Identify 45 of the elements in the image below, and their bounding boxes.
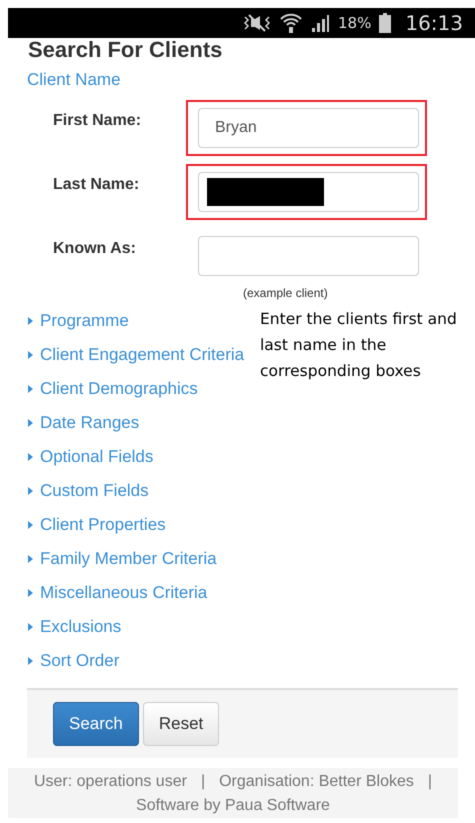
footer-text: User: operations user (34, 772, 187, 792)
footer-text: | (200, 772, 206, 792)
section-toggle[interactable]: Optional Fields (27, 440, 154, 474)
battery-icon (379, 13, 392, 33)
caret-right-icon (27, 418, 34, 428)
section-toggle[interactable]: Date Ranges (27, 406, 140, 440)
caret-right-icon (27, 622, 34, 632)
section-toggle[interactable]: Miscellaneous Criteria (27, 576, 208, 610)
section-toggle[interactable]: Client Demographics (27, 372, 198, 406)
field-label: Known As: (52, 239, 137, 258)
footer-text: | (428, 772, 432, 792)
section-toggle[interactable]: Custom Fields (27, 474, 149, 508)
annotation-note: Enter the clients first and last name in the corresponding boxes (260, 309, 458, 382)
section-toggle[interactable]: Sort Order (27, 644, 120, 678)
hint-text: (example client) (243, 286, 328, 300)
mute-icon (242, 14, 272, 32)
footer-text: Software by Paua Software (136, 796, 330, 816)
caret-right-icon (27, 452, 34, 462)
input-field[interactable] (198, 172, 419, 212)
caret-right-icon (27, 384, 34, 394)
input-field[interactable]: Bryan (198, 108, 419, 148)
caret-right-icon (27, 554, 34, 564)
search-button[interactable]: Search (53, 702, 139, 746)
input-field[interactable] (198, 236, 419, 276)
caret-right-icon (27, 486, 34, 496)
caret-right-icon (27, 520, 34, 530)
caret-right-icon (27, 316, 34, 326)
section-toggle[interactable]: Family Member Criteria (27, 542, 217, 576)
caret-right-icon (27, 656, 34, 666)
page-title: Search For Clients (28, 38, 222, 62)
caret-right-icon (27, 588, 34, 598)
section-toggle[interactable]: Exclusions (27, 610, 122, 644)
clock-time: 16:13 (405, 11, 463, 35)
field-label: First Name: (52, 111, 142, 130)
caret-right-icon (27, 350, 34, 360)
section-heading: Client Name (27, 70, 121, 90)
field-label: Last Name: (52, 175, 140, 194)
section-toggle[interactable]: Client Engagement Criteria (27, 338, 244, 372)
battery-percentage: 18% (338, 14, 372, 32)
footer-text: Organisation: Better Blokes (219, 772, 414, 792)
section-toggle[interactable]: Client Properties (27, 508, 166, 542)
signal-icon (310, 14, 330, 32)
section-toggle[interactable]: Programme (27, 304, 129, 338)
wifi-icon (280, 13, 302, 33)
reset-button[interactable]: Reset (142, 702, 220, 746)
